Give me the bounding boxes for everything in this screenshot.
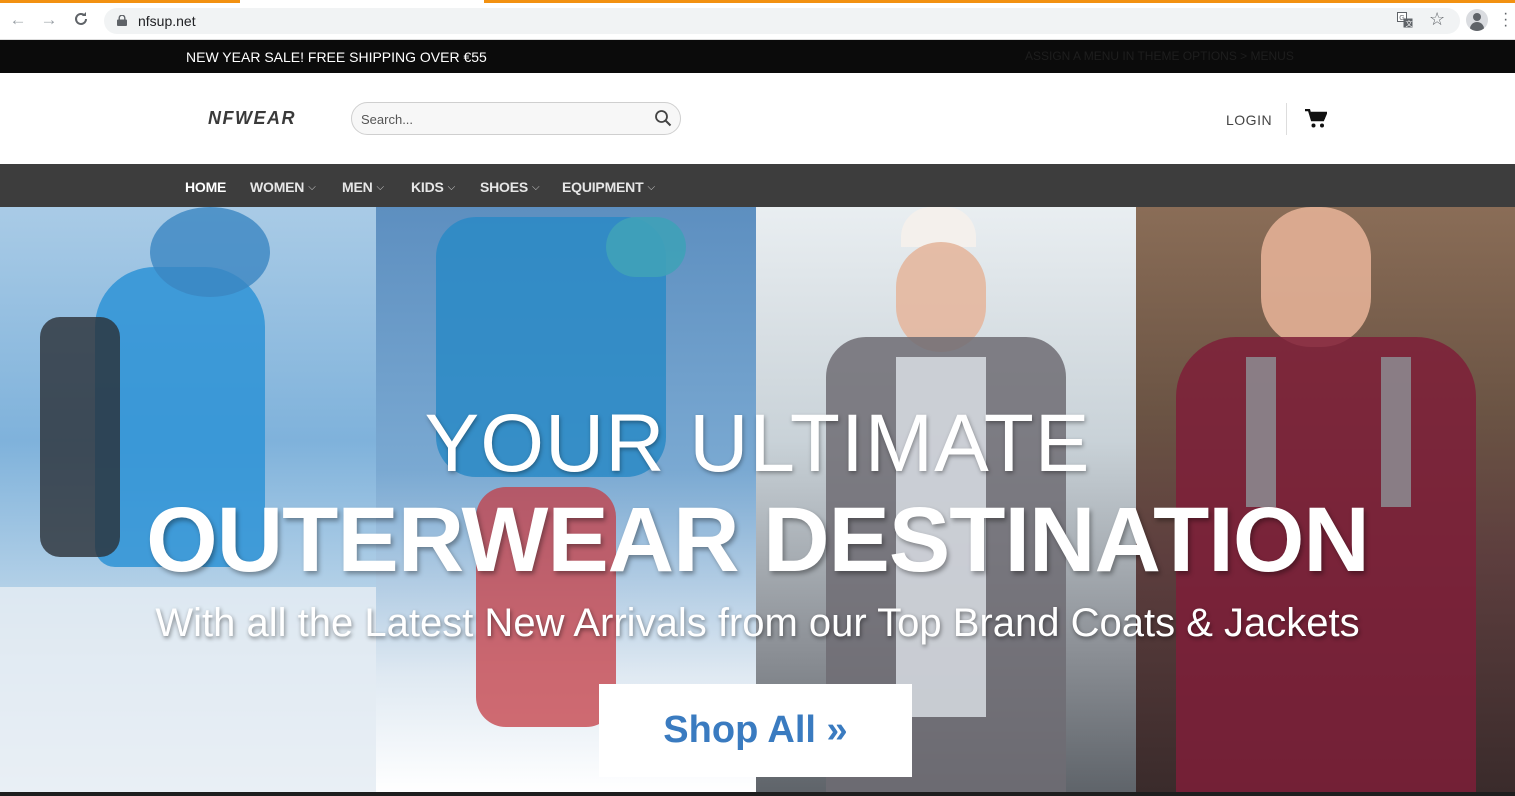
login-link[interactable]: LOGIN xyxy=(1226,112,1272,128)
announcement-bar: NEW YEAR SALE! FREE SHIPPING OVER €55 AS… xyxy=(0,40,1515,73)
nav-kids-label: KIDS xyxy=(411,179,444,195)
site-logo[interactable]: NFWEAR xyxy=(208,108,296,129)
announcement-text: NEW YEAR SALE! FREE SHIPPING OVER €55 xyxy=(186,49,487,65)
page-bottom-strip xyxy=(0,792,1515,796)
nav-shoes-label: SHOES xyxy=(480,179,529,195)
nav-home-label: HOME xyxy=(185,179,227,195)
main-navigation: HOME WOMEN ⌵ MEN ⌵ KIDS ⌵ SHOES ⌵ EQUIPMENT ⌵ xyxy=(0,164,1515,207)
hero-banner[interactable]: YOUR ULTIMATE OUTERWEAR DESTINATION With… xyxy=(0,207,1515,792)
forward-icon[interactable]: → xyxy=(40,11,58,29)
nav-women[interactable]: WOMEN ⌵ xyxy=(250,179,316,195)
profile-icon[interactable] xyxy=(1466,9,1488,31)
nav-shoes[interactable]: SHOES ⌵ xyxy=(480,179,540,195)
tab-indicator xyxy=(0,0,240,3)
address-bar[interactable]: nfsup.net xyxy=(104,8,1460,34)
nav-men-label: MEN xyxy=(342,179,373,195)
lock-icon xyxy=(117,15,127,26)
star-icon[interactable]: ☆ xyxy=(1429,9,1445,30)
hero-headline-top: YOUR ULTIMATE xyxy=(424,398,1091,489)
nav-home[interactable]: HOME xyxy=(185,179,226,195)
nav-women-label: WOMEN xyxy=(250,179,305,195)
nav-kids[interactable]: KIDS ⌵ xyxy=(411,179,455,195)
svg-text:G: G xyxy=(1399,15,1404,22)
translate-icon[interactable]: G文 xyxy=(1397,12,1413,28)
back-icon[interactable]: ← xyxy=(9,11,27,29)
top-menu-placeholder[interactable]: ASSIGN A MENU IN THEME OPTIONS > MENUS xyxy=(1025,49,1294,63)
nav-equipment-label: EQUIPMENT xyxy=(562,179,644,195)
search-box[interactable] xyxy=(351,102,681,135)
url-text[interactable]: nfsup.net xyxy=(138,13,196,29)
chevron-down-icon: ⌵ xyxy=(308,182,316,193)
search-input[interactable] xyxy=(361,110,641,128)
hero-headline-main: OUTERWEAR DESTINATION xyxy=(146,489,1370,591)
nav-men[interactable]: MEN ⌵ xyxy=(342,179,384,195)
reload-icon[interactable] xyxy=(72,11,90,29)
site-header: NFWEAR LOGIN xyxy=(0,73,1515,164)
chevron-down-icon: ⌵ xyxy=(376,182,385,193)
browser-toolbar: ← → nfsup.net G文 ☆ · · · xyxy=(0,0,1515,40)
cart-icon[interactable] xyxy=(1305,109,1327,129)
hero-subheadline: With all the Latest New Arrivals from ou… xyxy=(155,601,1360,645)
chevron-down-icon: ⌵ xyxy=(447,182,456,193)
shop-all-button[interactable]: Shop All » xyxy=(599,684,912,777)
nav-equipment[interactable]: EQUIPMENT ⌵ xyxy=(562,179,655,195)
header-divider xyxy=(1286,103,1287,135)
menu-icon[interactable]: · · · xyxy=(1503,6,1508,34)
svg-text:文: 文 xyxy=(1406,19,1413,28)
search-icon[interactable] xyxy=(654,109,672,127)
chevron-down-icon: ⌵ xyxy=(647,182,655,193)
page-loading-bar xyxy=(484,0,1515,3)
chevron-down-icon: ⌵ xyxy=(532,182,540,193)
